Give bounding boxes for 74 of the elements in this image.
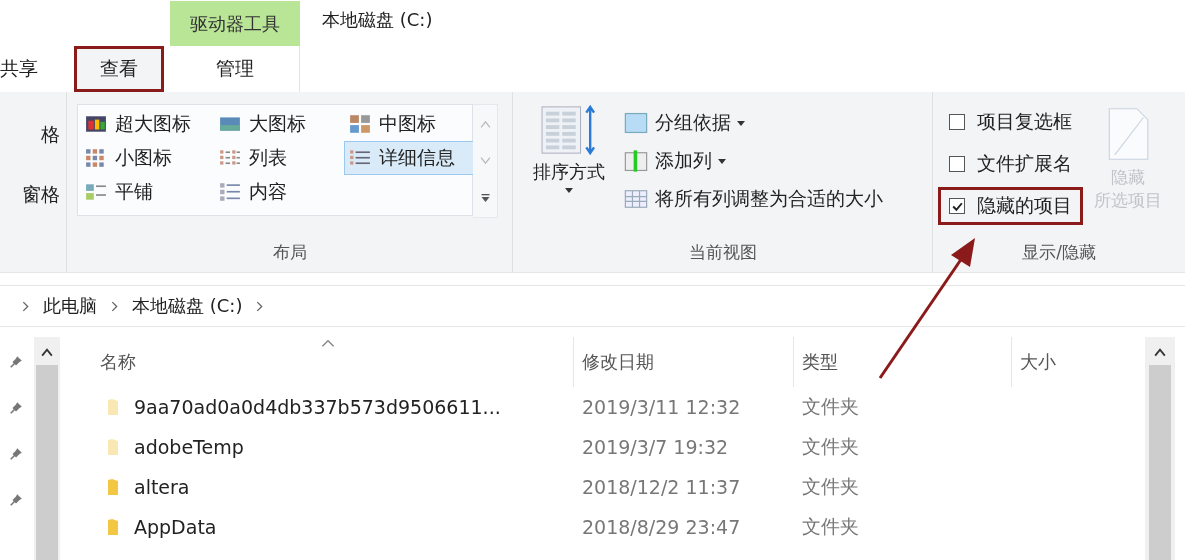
checkbox-option[interactable]: 项目复选框: [941, 106, 1080, 138]
group-label: 显示/隐藏: [1021, 241, 1097, 264]
layout-option[interactable]: 小图标: [80, 141, 214, 175]
view-icon: [85, 148, 107, 168]
scrollbar[interactable]: [1145, 337, 1175, 560]
pin-icon[interactable]: [9, 447, 23, 461]
pane-button-label[interactable]: 窗格: [22, 182, 60, 208]
sort-button[interactable]: 排序方式: [523, 104, 615, 212]
caret-icon: [718, 158, 726, 164]
table-cell-text: 2019/3/7 19:32: [581, 436, 730, 458]
view-icon: [219, 148, 241, 168]
pane-button-label[interactable]: 格: [41, 122, 60, 148]
view-command[interactable]: 分组依据: [623, 110, 883, 136]
file-name[interactable]: AppData: [134, 516, 217, 538]
sort-table-icon: [540, 104, 598, 156]
scrollbar[interactable]: [34, 337, 60, 560]
table-cell-text: 2019/3/11 12:32: [581, 396, 742, 418]
checkbox-option[interactable]: 隐藏的项目: [941, 190, 1080, 222]
layout-option[interactable]: 大图标: [214, 107, 344, 141]
chevron-icon: [111, 300, 118, 312]
table-cell-text: 2018/8/29 23:47: [581, 516, 742, 538]
pin-icon[interactable]: [9, 493, 23, 507]
caret-icon: [737, 120, 745, 126]
table-cell-text: 2018/12/2 11:37: [581, 476, 742, 498]
view-command[interactable]: 添加列: [623, 148, 883, 174]
chevron-icon: [256, 300, 264, 312]
view-icon: [85, 182, 107, 202]
column-header[interactable]: 名称: [92, 337, 574, 387]
checkbox[interactable]: [949, 156, 965, 172]
column-header[interactable]: 类型: [794, 337, 1012, 387]
layout-option[interactable]: 内容: [214, 175, 344, 209]
table-cell-text: 文件夹: [801, 394, 860, 419]
breadcrumb[interactable]: 此电脑: [43, 294, 97, 318]
address-bar[interactable]: 此电脑 本地磁盘 (C:): [0, 285, 1185, 327]
layout-option[interactable]: 列表: [214, 141, 344, 175]
window-title: 本地磁盘 (C:): [322, 8, 433, 32]
view-icon: [349, 148, 371, 168]
pin-icon[interactable]: [9, 401, 23, 415]
chevron-icon: [22, 300, 29, 312]
scroll-up-icon[interactable]: [41, 347, 53, 357]
column-header[interactable]: 修改日期: [574, 337, 794, 387]
layout-option[interactable]: 中图标: [344, 107, 474, 141]
file-name[interactable]: 9aa70ad0a0d4db337b573d9506611...: [134, 396, 501, 418]
layout-option[interactable]: 平铺: [80, 175, 214, 209]
group-icon: [623, 111, 649, 135]
table-cell-text: 文件夹: [801, 514, 860, 539]
caret-icon: [565, 188, 573, 193]
file-name[interactable]: adobeTemp: [134, 436, 244, 458]
ribbon-tab[interactable]: 查看: [74, 46, 164, 92]
pin-icon[interactable]: [9, 355, 23, 369]
contextual-tab-header: 驱动器工具: [170, 1, 300, 46]
column-header[interactable]: 大小: [1012, 337, 1144, 387]
layout-option[interactable]: 超大图标: [80, 107, 214, 141]
expand-icon[interactable]: [479, 193, 491, 204]
table-cell-text: 文件夹: [801, 474, 860, 499]
resize-columns-icon: [623, 187, 649, 211]
file-name[interactable]: altera: [134, 476, 190, 498]
checkbox[interactable]: [949, 114, 965, 130]
view-icon: [219, 114, 241, 134]
view-icon: [85, 114, 107, 134]
view-icon: [219, 182, 241, 202]
layout-option[interactable]: 详细信息: [344, 141, 474, 175]
column-icon: [623, 149, 649, 173]
view-icon: [349, 114, 371, 134]
breadcrumb[interactable]: 本地磁盘 (C:): [132, 294, 243, 318]
view-command[interactable]: 将所有列调整为合适的大小: [623, 186, 883, 212]
checkbox-option[interactable]: 文件扩展名: [941, 148, 1080, 180]
table-cell-text: 文件夹: [801, 434, 860, 459]
group-label: 当前视图: [687, 241, 758, 264]
ribbon-tab[interactable]: 共享: [0, 46, 50, 92]
group-label: 布局: [271, 241, 308, 264]
scroll-up-icon[interactable]: [1154, 347, 1166, 357]
checkbox[interactable]: [949, 198, 965, 214]
document-icon: [1106, 106, 1150, 162]
